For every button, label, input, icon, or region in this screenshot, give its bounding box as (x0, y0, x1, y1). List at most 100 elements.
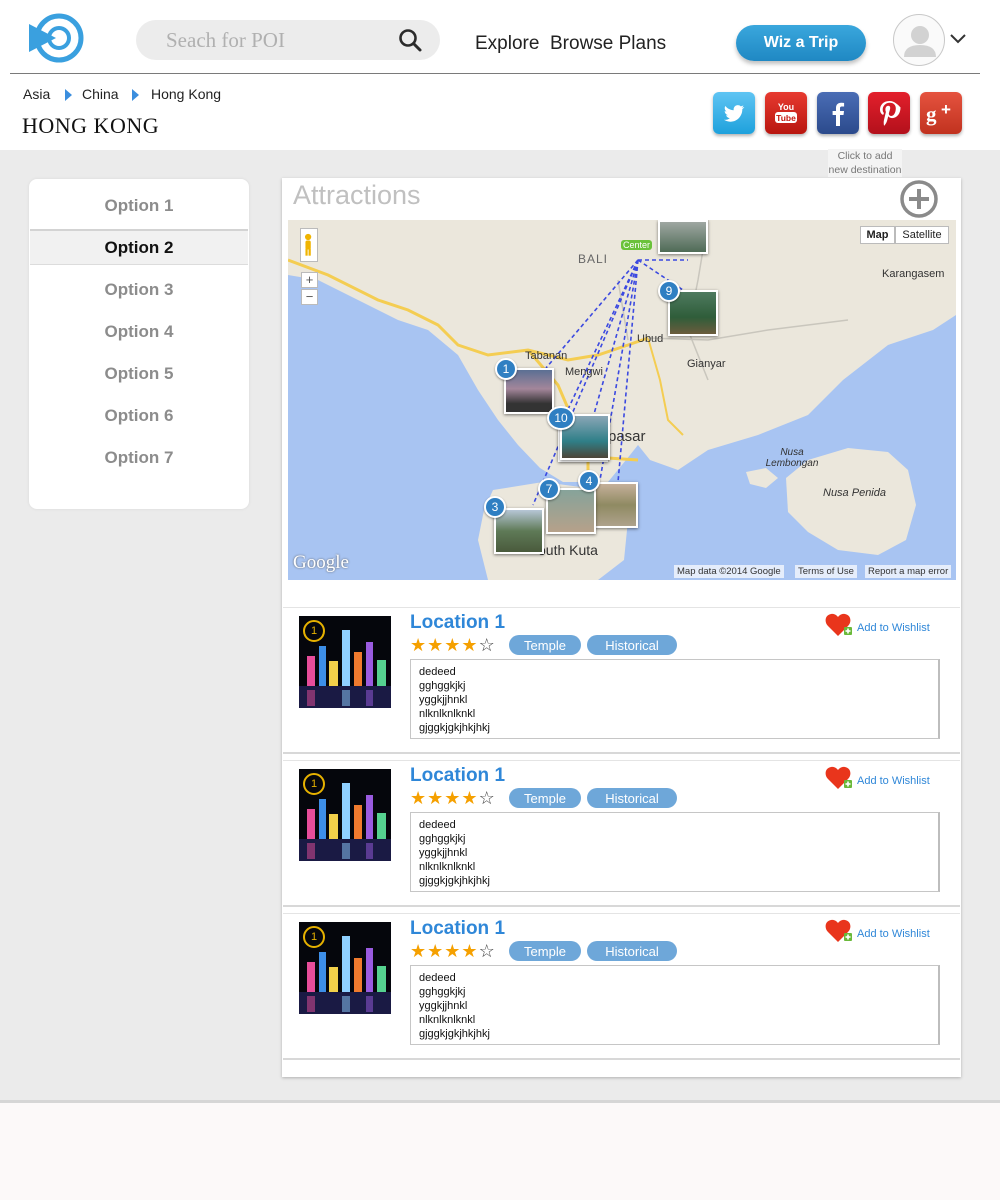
rating-stars: ★ ★ ★ ★ ☆ (410, 636, 495, 654)
star-filled-icon: ★ (444, 635, 461, 655)
add-destination-icon[interactable] (899, 179, 939, 219)
star-filled-icon: ★ (427, 788, 444, 808)
chevron-down-icon[interactable] (948, 32, 968, 46)
wishlist-label: Add to Wishlist (857, 622, 930, 634)
heart-plus-icon (825, 613, 852, 636)
header-divider (10, 73, 980, 74)
star-filled-icon: ★ (410, 941, 427, 961)
svg-text:You: You (778, 102, 794, 112)
location-name[interactable]: Location 1 (410, 918, 505, 940)
youtube-logo-icon: You Tube (775, 102, 797, 123)
tag-historical[interactable]: Historical (587, 941, 677, 961)
add-to-wishlist-button[interactable]: Add to Wishlist (825, 612, 930, 638)
location-thumbnail[interactable]: 1 (299, 922, 391, 1014)
location-name[interactable]: Location 1 (410, 765, 505, 787)
map-label-bali: BALI (578, 252, 609, 266)
location-thumbnail[interactable]: 1 (299, 616, 391, 708)
map-label-denpasar: pasar (608, 428, 646, 445)
breadcrumb-item-china[interactable]: China (82, 86, 119, 102)
location-number-badge: 1 (303, 773, 325, 795)
star-filled-icon: ★ (444, 788, 461, 808)
add-to-wishlist-button[interactable]: Add to Wishlist (825, 765, 930, 791)
pinterest-icon[interactable] (868, 92, 910, 134)
tag-temple[interactable]: Temple (509, 941, 581, 961)
map-type-map-button[interactable]: Map (860, 226, 895, 244)
location-card: 1 Location 1 ★ ★ ★ ★ ☆ Temple Historical… (283, 607, 960, 754)
location-number-badge: 1 (303, 620, 325, 642)
star-empty-icon: ☆ (478, 788, 495, 808)
sidebar-option-5[interactable]: Option 5 (29, 356, 249, 392)
sidebar-option-7[interactable]: Option 7 (29, 440, 249, 476)
svg-text:Tube: Tube (776, 113, 796, 123)
map-type-satellite-button[interactable]: Satellite (895, 226, 949, 244)
location-thumbnail[interactable]: 1 (299, 769, 391, 861)
breadcrumb-item-asia[interactable]: Asia (23, 86, 50, 102)
map-pin-4[interactable]: 4 (578, 470, 600, 492)
user-icon (904, 26, 936, 57)
twitter-icon[interactable] (713, 92, 755, 134)
wiz-a-trip-button[interactable]: Wiz a Trip (736, 25, 866, 61)
search-box (136, 20, 440, 60)
tag-temple[interactable]: Temple (509, 635, 581, 655)
breadcrumb-separator-icon (132, 89, 139, 101)
pegman-icon (305, 233, 312, 256)
street-view-icon[interactable] (300, 228, 318, 262)
sidebar-option-6[interactable]: Option 6 (29, 398, 249, 434)
pinterest-p-icon (880, 101, 901, 126)
map-pin-1[interactable]: 1 (495, 358, 517, 380)
map-pin-10[interactable]: 10 (547, 406, 575, 430)
map-terms-link[interactable]: Terms of Use (795, 565, 857, 578)
search-icon[interactable] (398, 28, 424, 54)
zoom-in-button[interactable]: + (301, 272, 318, 288)
attractions-title: Attractions (293, 180, 421, 210)
map-pin-7[interactable]: 7 (538, 478, 560, 500)
map-pin-3[interactable]: 3 (484, 496, 506, 518)
rating-stars: ★ ★ ★ ★ ☆ (410, 789, 495, 807)
search-input[interactable] (166, 26, 396, 54)
star-empty-icon: ☆ (478, 635, 495, 655)
location-description[interactable]: dedeed gghggkjkj yggkjjhnkl nlknlknlknkl… (410, 965, 940, 1045)
location-description[interactable]: dedeed gghggkjkj yggkjjhnkl nlknlknlknkl… (410, 659, 940, 739)
location-number-badge: 1 (303, 926, 325, 948)
sidebar-option-3[interactable]: Option 3 (29, 272, 249, 308)
youtube-icon[interactable]: You Tube (765, 92, 807, 134)
add-destination-hint: Click to add new destination (828, 149, 902, 177)
sidebar-option-4[interactable]: Option 4 (29, 314, 249, 350)
map-center-marker[interactable]: Center (621, 240, 653, 250)
star-filled-icon: ★ (427, 635, 444, 655)
avatar[interactable] (893, 14, 945, 66)
facebook-f-icon (832, 102, 845, 126)
sidebar-option-1[interactable]: Option 1 (29, 188, 249, 224)
map-label-nusa-penida: Nusa Penida (823, 487, 886, 499)
breadcrumb-item-hong-kong[interactable]: Hong Kong (151, 86, 221, 102)
logo-icon[interactable] (26, 12, 86, 64)
location-name[interactable]: Location 1 (410, 612, 505, 634)
svg-text:+: + (941, 100, 951, 119)
map-attribution: Map data ©2014 Google (674, 565, 784, 578)
map-label-ubud: Ubud (637, 333, 664, 345)
sidebar-option-2[interactable]: Option 2 (30, 229, 248, 265)
map-photo-marker[interactable] (658, 220, 708, 254)
nav-explore[interactable]: Explore (475, 33, 539, 55)
google-plus-icon[interactable]: g + (920, 92, 962, 134)
add-to-wishlist-button[interactable]: Add to Wishlist (825, 918, 930, 944)
google-plus-g-icon: g + (926, 100, 951, 126)
map-pin-9[interactable]: 9 (658, 280, 680, 302)
tag-temple[interactable]: Temple (509, 788, 581, 808)
zoom-out-button[interactable]: − (301, 289, 318, 305)
map-label-mengwi: Mengwi (565, 366, 603, 378)
star-filled-icon: ★ (461, 941, 478, 961)
facebook-icon[interactable] (817, 92, 859, 134)
map-report-link[interactable]: Report a map error (865, 565, 952, 578)
nav-browse-plans[interactable]: Browse Plans (550, 33, 666, 55)
star-filled-icon: ★ (461, 635, 478, 655)
tag-historical[interactable]: Historical (587, 635, 677, 655)
attractions-map[interactable]: BALI Karangasem Ubud Gianyar Tabanan Men… (288, 220, 956, 580)
location-description[interactable]: dedeed gghggkjkj yggkjjhnkl nlknlknlknkl… (410, 812, 940, 892)
map-label-nusa-lembongan: Nusa Lembongan (765, 447, 819, 469)
twitter-bird-icon (723, 105, 745, 122)
tag-historical[interactable]: Historical (587, 788, 677, 808)
page-title: HONG KONG (22, 113, 160, 138)
star-filled-icon: ★ (461, 788, 478, 808)
map-label-tabanan: Tabanan (525, 350, 568, 362)
